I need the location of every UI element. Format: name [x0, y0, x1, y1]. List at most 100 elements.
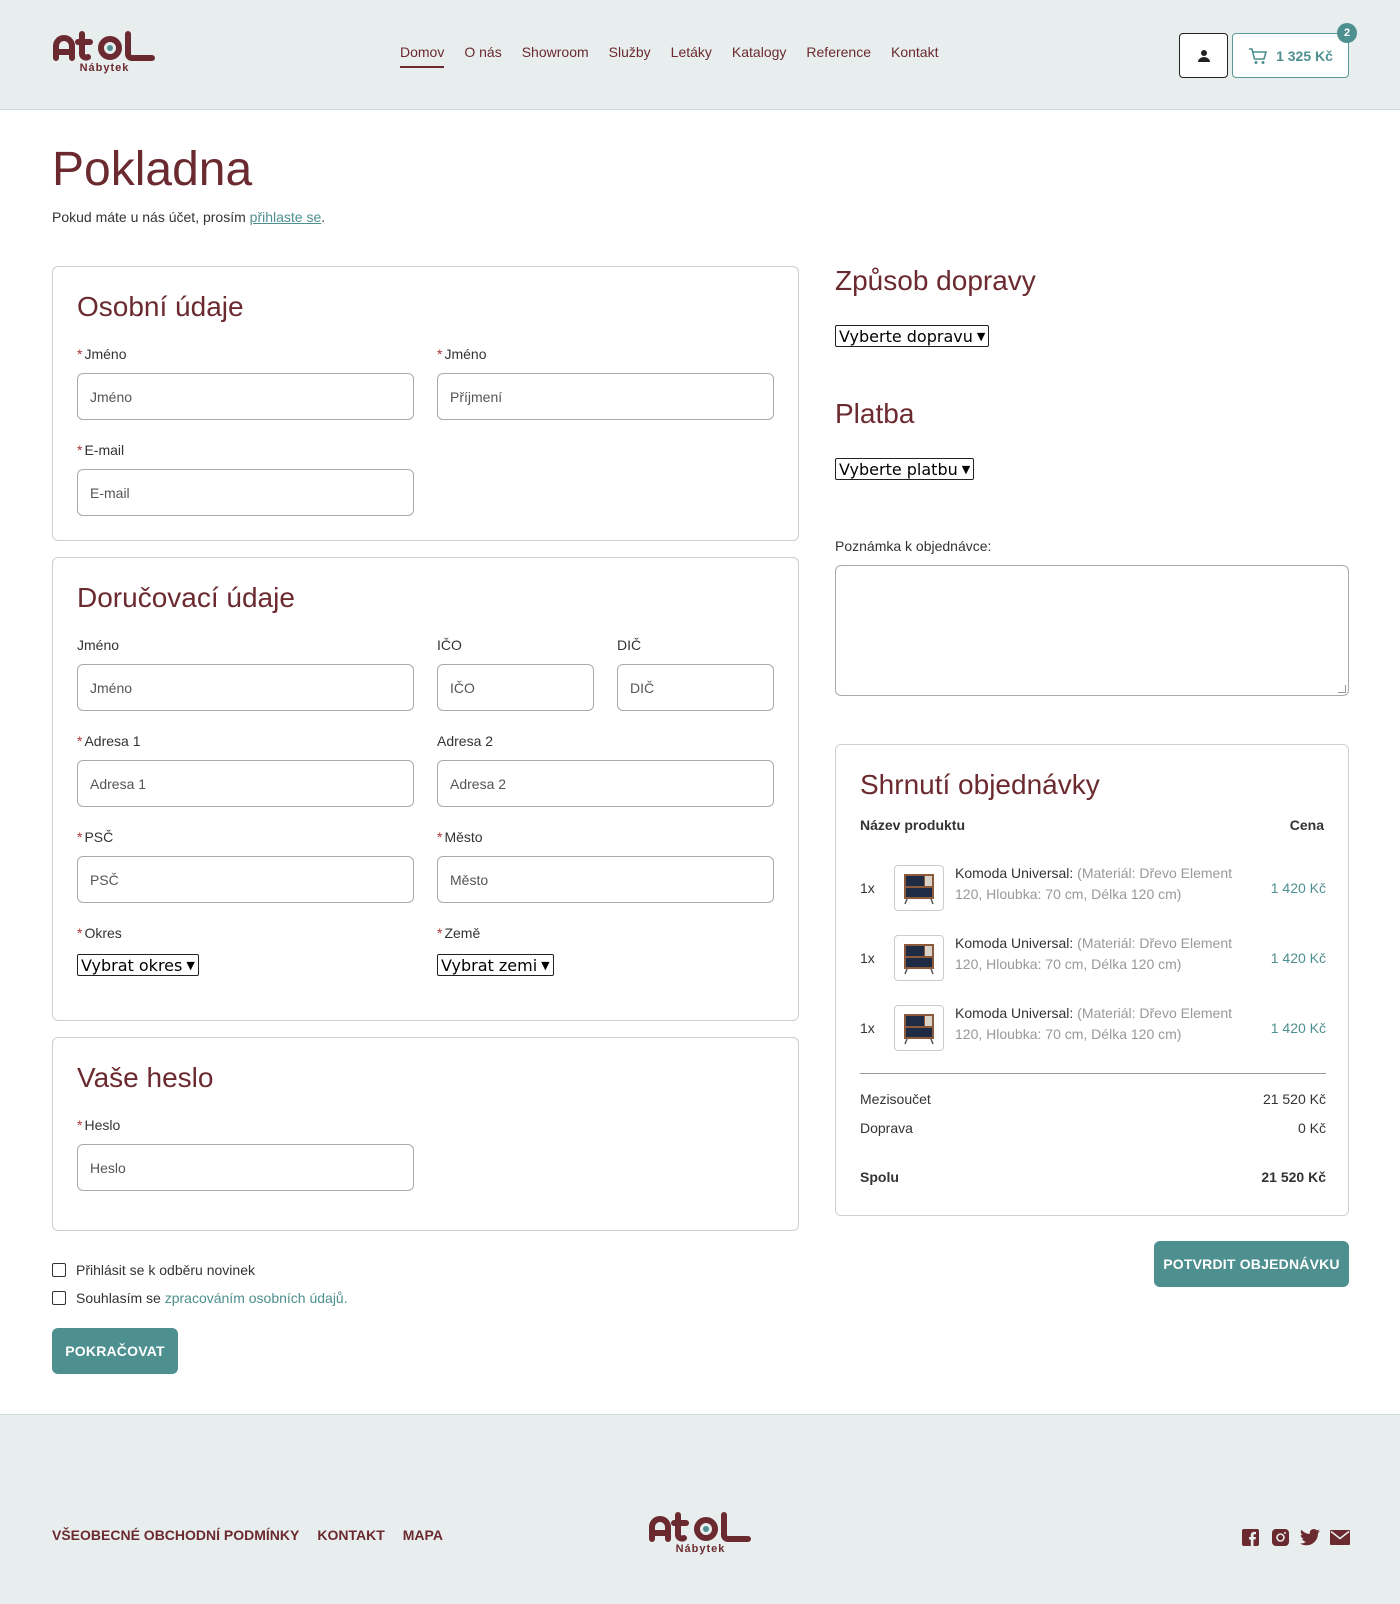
item-description: Komoda Universal: (Materiál: Dřevo Eleme…: [955, 935, 1232, 972]
instagram-icon[interactable]: [1270, 1527, 1290, 1547]
login-link[interactable]: přihlaste se: [250, 209, 322, 225]
ico-input[interactable]: [437, 664, 594, 711]
chevron-down-icon: ▼: [541, 958, 550, 972]
delivery-card: Doručovací údaje Jméno IČO DIČ *Adresa 1…: [52, 557, 799, 1021]
item-price: 1 420 Kč: [1270, 880, 1326, 896]
footer-link-map[interactable]: MAPA: [403, 1527, 443, 1543]
total-row: Spolu 21 520 Kč: [860, 1169, 1326, 1185]
item-quantity: 1x: [860, 880, 875, 896]
item-description: Komoda Universal: (Materiál: Dřevo Eleme…: [955, 865, 1232, 902]
nav-item-katalogy[interactable]: Katalogy: [732, 44, 786, 68]
password-title: Vaše heslo: [77, 1062, 214, 1093]
list-item: 1x Komoda Universal: (Materiál: Dřevo El…: [860, 863, 1326, 913]
dic-input[interactable]: [617, 664, 774, 711]
nav-item-kontakt[interactable]: Kontakt: [891, 44, 938, 68]
last-name-label: * Jméno: [437, 346, 487, 362]
item-description: Komoda Universal: (Materiál: Dřevo Eleme…: [955, 1005, 1232, 1042]
consent-row[interactable]: Souhlasím se zpracováním osobních údajů.: [52, 1290, 348, 1306]
confirm-order-button[interactable]: POTVRDIT OBJEDNÁVKU: [1154, 1241, 1349, 1287]
chevron-down-icon: ▼: [961, 462, 971, 476]
footer-link-contact[interactable]: KONTAKT: [317, 1527, 384, 1543]
cart-button[interactable]: 1 325 Kč: [1232, 33, 1349, 78]
password-card: Vaše heslo * Heslo: [52, 1037, 799, 1231]
list-item: 1x Komoda Universal: (Materiál: Dřevo El…: [860, 1003, 1326, 1053]
delivery-name-input[interactable]: [77, 664, 414, 711]
nav-item-sluzby[interactable]: Služby: [609, 44, 651, 68]
psc-input[interactable]: [77, 856, 414, 903]
order-summary-title: Shrnutí objednávky: [860, 769, 1100, 800]
site-header: Nábytek Domov O nás Showroom Služby Letá…: [0, 0, 1400, 110]
shipping-cost-label: Doprava: [860, 1120, 913, 1136]
product-thumbnail[interactable]: [894, 935, 944, 981]
mail-icon[interactable]: [1330, 1527, 1350, 1547]
total-label: Spolu: [860, 1169, 899, 1185]
newsletter-row[interactable]: Přihlásit se k odběru novinek: [52, 1262, 255, 1278]
summary-divider: [860, 1073, 1326, 1074]
item-price: 1 420 Kč: [1270, 1020, 1326, 1036]
district-select[interactable]: Vybrat okres ▼: [77, 954, 199, 976]
district-select-value: Vybrat okres: [81, 955, 183, 975]
user-account-button[interactable]: [1179, 33, 1228, 78]
login-hint-suffix: .: [321, 209, 326, 225]
cart-total: 1 325 Kč: [1276, 47, 1333, 64]
consent-checkbox[interactable]: [52, 1291, 66, 1305]
password-input[interactable]: [77, 1144, 414, 1191]
shipping-title: Způsob dopravy: [835, 265, 1036, 296]
payment-select[interactable]: Vyberte platbu ▼: [835, 458, 975, 480]
page-title: Pokladna: [52, 143, 253, 196]
continue-button[interactable]: POKRAČOVAT: [52, 1328, 178, 1374]
delivery-name-label: Jméno: [77, 637, 120, 653]
city-input[interactable]: [437, 856, 774, 903]
email-label: * E-mail: [77, 442, 125, 458]
nav-item-showroom[interactable]: Showroom: [522, 44, 589, 68]
psc-label: * PSČ: [77, 829, 114, 845]
chevron-down-icon: ▼: [976, 329, 986, 343]
dic-label: DIČ: [617, 637, 642, 653]
newsletter-checkbox[interactable]: [52, 1263, 66, 1277]
logo-mark: [649, 1512, 751, 1542]
personal-info-card: Osobní údaje *Jméno *Jméno *E-mail: [52, 266, 799, 541]
product-thumbnail[interactable]: [894, 1005, 944, 1051]
last-name-input[interactable]: [437, 373, 774, 420]
nav-item-reference[interactable]: Reference: [806, 44, 871, 68]
user-icon: [1197, 49, 1210, 62]
order-note-textarea[interactable]: [835, 565, 1349, 696]
shipping-cost-value: 0 Kč: [1297, 1120, 1326, 1136]
footer-logo[interactable]: Nábytek: [648, 1509, 753, 1561]
first-name-input[interactable]: [77, 373, 414, 420]
payment-select-value: Vyberte platbu: [839, 459, 958, 479]
shipping-cost-row: Doprava 0 Kč: [860, 1120, 1326, 1136]
address1-input[interactable]: [77, 760, 414, 807]
dresser-image: [904, 944, 934, 975]
social-links: [1240, 1527, 1350, 1547]
address2-input[interactable]: [437, 760, 774, 807]
shipping-select[interactable]: Vyberte dopravu ▼: [835, 325, 990, 347]
resize-handle-icon[interactable]: [1338, 685, 1346, 693]
payment-title: Platba: [835, 398, 915, 429]
total-value: 21 520 Kč: [1261, 1169, 1326, 1185]
chevron-down-icon: ▼: [186, 958, 195, 972]
site-footer: VŠEOBECNÉ OBCHODNÍ PODMÍNKY KONTAKT MAPA…: [0, 1414, 1400, 1604]
country-select[interactable]: Vybrat zemi ▼: [437, 954, 554, 976]
newsletter-label: Přihlásit se k odběru novinek: [76, 1262, 255, 1278]
privacy-link[interactable]: zpracováním osobních údajů.: [165, 1290, 348, 1306]
nav-item-letaky[interactable]: Letáky: [671, 44, 712, 68]
cart-count-badge: 2: [1337, 23, 1357, 43]
subtotal-value: 21 520 Kč: [1262, 1091, 1326, 1107]
facebook-icon[interactable]: [1240, 1527, 1260, 1547]
nav-item-domov[interactable]: Domov: [400, 44, 445, 68]
list-item: 1x Komoda Universal: (Materiál: Dřevo El…: [860, 933, 1326, 983]
twitter-icon[interactable]: [1300, 1527, 1320, 1547]
nav-item-o-nas[interactable]: O nás: [464, 44, 501, 68]
product-thumbnail[interactable]: [894, 865, 944, 911]
country-select-value: Vybrat zemi: [441, 955, 538, 975]
logo-subtitle: Nábytek: [79, 62, 130, 74]
cart-icon: [1249, 47, 1268, 64]
order-note-label: Poznámka k objednávce:: [835, 538, 992, 554]
email-input[interactable]: [77, 469, 414, 516]
main-nav: Domov O nás Showroom Služby Letáky Katal…: [400, 44, 938, 68]
password-label: * Heslo: [77, 1117, 121, 1133]
footer-link-terms[interactable]: VŠEOBECNÉ OBCHODNÍ PODMÍNKY: [52, 1527, 299, 1543]
logo[interactable]: Nábytek: [52, 28, 157, 80]
ico-label: IČO: [437, 637, 462, 653]
